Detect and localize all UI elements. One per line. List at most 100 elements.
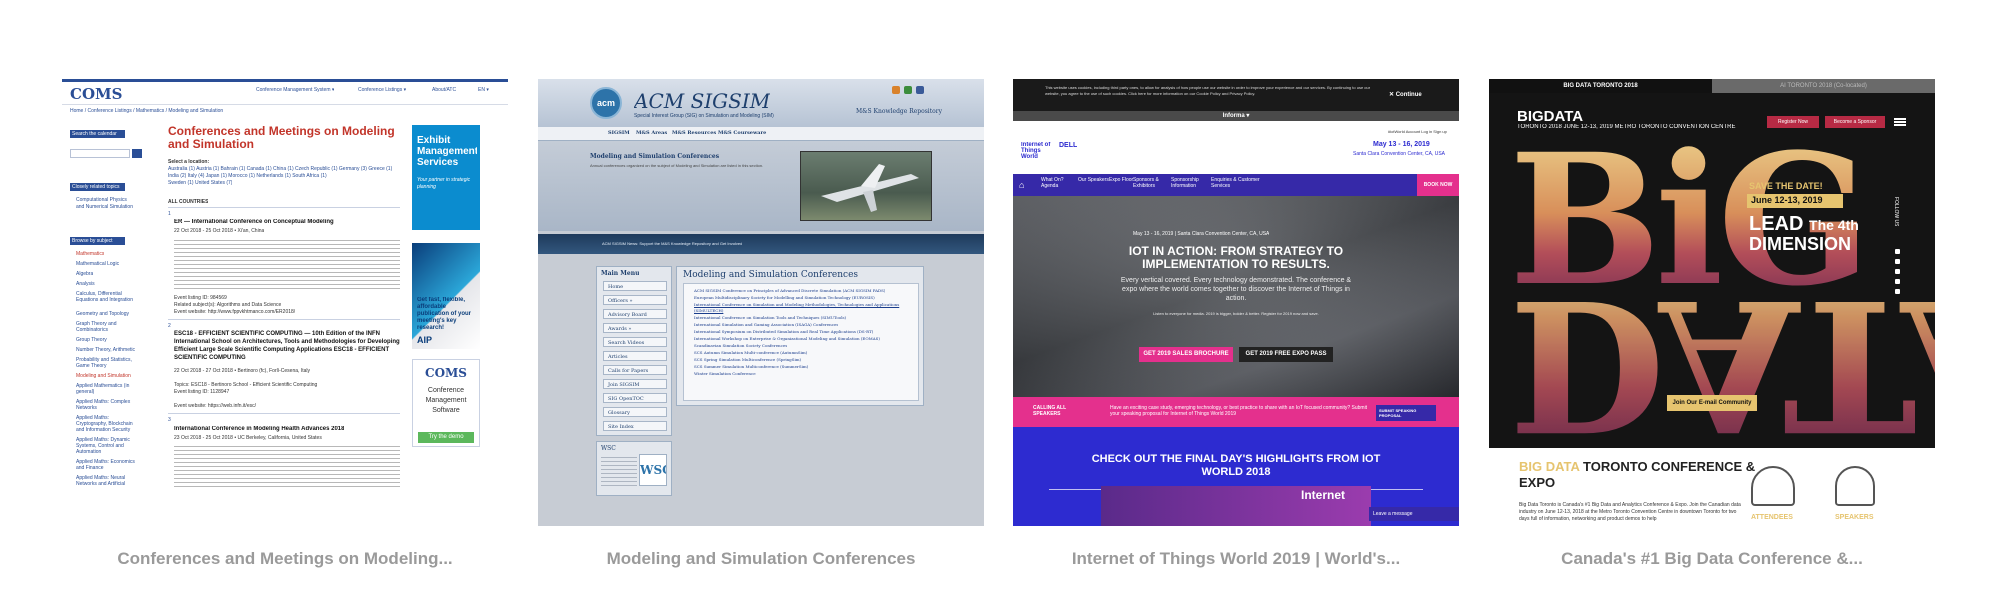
top-accent-line xyxy=(62,79,508,82)
nav-item: EN ▾ xyxy=(478,87,489,93)
subject-item: Geometry and Topology xyxy=(76,311,129,317)
list-item: Winter Simulation Conference xyxy=(694,371,756,376)
highlights-title: CHECK OUT THE FINAL DAY'S HIGHLIGHTS FRO… xyxy=(1091,453,1381,478)
site-name: ACM SIGSIM xyxy=(634,89,771,113)
headline-lead: LEAD The 4th xyxy=(1749,213,1859,236)
subject-item: Algebra xyxy=(76,271,94,277)
main-nav: ⌂ What On? Agenda Our Speakers Expo Floo… xyxy=(1013,174,1459,196)
cookie-text: This website uses cookies, including thi… xyxy=(1045,85,1371,96)
thumbnail-coms[interactable]: COMS Conference Management System ▾ Conf… xyxy=(62,79,508,526)
thumbnail-bigdata[interactable]: BIG DATA TORONTO 2018 AI TORONTO 2018 (C… xyxy=(1489,79,1935,526)
result-card-coms[interactable]: COMS Conference Management System ▾ Conf… xyxy=(62,79,508,568)
ad-aip: Get fast, flexible, affordable publicati… xyxy=(412,243,480,349)
subject-item: Graph Theory and Combinatorics xyxy=(76,321,117,333)
wsc-title: WSC xyxy=(601,445,616,452)
submit-proposal-button: SUBMIT SPEAKING PROPOSAL xyxy=(1376,405,1436,421)
ad-coms: COMS Conference Management Software Try … xyxy=(412,359,480,447)
result-caption[interactable]: Internet of Things World 2019 | World's.… xyxy=(1013,549,1459,569)
ad-exhibit: Exhibit Management Services Your partner… xyxy=(412,125,480,230)
list-item: SCS Autumn Simulation Multi-conference (… xyxy=(694,350,808,355)
entry-website: Event website: http://www.fppvkhtmanco.c… xyxy=(174,309,296,315)
entry-related: Related subject(s): Algorithms and Data … xyxy=(174,302,282,308)
conference-title-accent: BIG DATA xyxy=(1519,459,1580,474)
expo-pass-button: GET 2019 FREE EXPO PASS xyxy=(1239,347,1333,362)
ad-title: Exhibit Management Services xyxy=(417,135,477,168)
acm-logo: acm xyxy=(590,87,622,119)
headline-lead-word: LEAD xyxy=(1749,213,1804,235)
subject-item: Applied Maths: Economics and Finance xyxy=(76,459,135,471)
main-menu-item: Advisory Board xyxy=(603,309,667,319)
main-menu-item: Glossary xyxy=(603,407,667,417)
main-menu-item: Site Index xyxy=(603,421,667,431)
cookie-banner: This website uses cookies, including thi… xyxy=(1013,79,1459,111)
menu-item: M&S Courseware xyxy=(718,130,767,136)
location-links: Sweden (1) United States (7) xyxy=(168,180,233,186)
list-item: ACM SIGSIM Conference on Principles of A… xyxy=(694,288,886,293)
entry-listing: Event listing ID: 1128947 xyxy=(174,389,230,395)
site-logo: BIGDATA xyxy=(1517,108,1584,125)
facebook-icon xyxy=(916,86,924,94)
thumbnail-sigsim[interactable]: acm ACM SIGSIM Special Interest Group (S… xyxy=(538,79,984,526)
site-logo: Internet of Things World xyxy=(1021,142,1051,160)
entry-date: 23 Oct 2018 - 25 Oct 2018 • UC Berkeley,… xyxy=(174,435,322,441)
result-caption[interactable]: Conferences and Meetings on Modeling... xyxy=(62,549,508,569)
main-menu-item: Join SIGSIM xyxy=(603,379,667,389)
location-links: India (2) Italy (4) Japan (1) Morocco (1… xyxy=(168,173,327,179)
search-icon xyxy=(132,149,142,158)
divider xyxy=(168,413,400,414)
attendees-label: ATTENDEES xyxy=(1751,514,1793,521)
register-button: Register Now xyxy=(1767,116,1819,128)
entry-topics: Topics: ESC18 - Bertinoro School - Effic… xyxy=(174,382,318,388)
hero-note: Listen to everyone for media. 2019 is bi… xyxy=(1153,311,1319,316)
subject-item: Applied Maths: Neural Networks and Artif… xyxy=(76,475,126,487)
nav-item: Conference Listings ▾ xyxy=(358,87,407,93)
headline-the: The 4th xyxy=(1809,217,1859,233)
wsc-box: WSC WSC xyxy=(596,441,672,496)
nav-item: Sponsors & Exhibitors xyxy=(1133,177,1159,189)
search-input xyxy=(70,149,130,158)
entry-title: International Conference in Modeling Hea… xyxy=(174,426,345,432)
main-menu-item: SIG OpenTOC xyxy=(603,393,667,403)
result-caption[interactable]: Canada's #1 Big Data Conference &... xyxy=(1489,549,1935,569)
entry-abstract xyxy=(174,445,400,489)
tab-ai: AI TORONTO 2018 (Co-located) xyxy=(1712,79,1935,93)
email-icon xyxy=(1895,289,1900,294)
thumbnail-iot[interactable]: This website uses cookies, including thi… xyxy=(1013,79,1459,526)
main-menu: Main Menu Home Officers » Advisory Board… xyxy=(596,266,672,436)
hero-title: IOT IN ACTION: FROM STRATEGY TO IMPLEMEN… xyxy=(1128,245,1344,271)
nav-item: About/ATC xyxy=(432,87,457,93)
conference-list-box: Modeling and Simulation Conferences ACM … xyxy=(676,266,924,406)
list-item: International Conference on Simulation T… xyxy=(694,315,847,320)
linkedin-icon xyxy=(1895,269,1900,274)
location-links: Australia (1) Austria (1) Bahrain (1) Ca… xyxy=(168,166,393,172)
ad-subtitle: Your partner in strategic planning xyxy=(417,177,471,190)
result-card-bigdata[interactable]: BIG DATA TORONTO 2018 AI TORONTO 2018 (C… xyxy=(1489,79,1935,568)
result-card-iot[interactable]: This website uses cookies, including thi… xyxy=(1013,79,1459,568)
subject-item-active: Modeling and Simulation xyxy=(76,373,131,379)
wsc-logo: WSC xyxy=(639,454,667,486)
speakers-bar: CALLING ALL SPEAKERS Have an exciting ca… xyxy=(1013,397,1459,427)
subject-item: Mathematics xyxy=(76,251,105,257)
ad-title: COMS xyxy=(425,366,467,380)
divider xyxy=(168,207,400,208)
result-caption[interactable]: Modeling and Simulation Conferences xyxy=(538,549,984,569)
site-logo: COMS xyxy=(70,85,123,103)
cookie-continue: ✕ Continue xyxy=(1389,92,1422,98)
nav-item: Conference Management System ▾ xyxy=(256,87,335,93)
subject-item: Applied Maths: Dynamic Systems, Control … xyxy=(76,437,130,455)
uav-image xyxy=(800,151,932,221)
chat-widget: Leave a message xyxy=(1369,507,1459,521)
subject-item: Group Theory xyxy=(76,337,107,343)
conference-title: BIG DATA TORONTO CONFERENCE & EXPO xyxy=(1519,459,1759,491)
subject-item: Number Theory, Arithmetic xyxy=(76,347,136,353)
speakers-label: SPEAKERS xyxy=(1835,514,1874,521)
site-logo-sub: TORONTO 2018 JUNE 12-13, 2019 METRO TORO… xyxy=(1517,124,1736,130)
facebook-icon xyxy=(1895,249,1900,254)
result-card-sigsim[interactable]: acm ACM SIGSIM Special Interest Group (S… xyxy=(538,79,984,568)
ad-text: Conference Management Software xyxy=(425,387,467,414)
sponsor-logo: DELL xyxy=(1059,142,1078,149)
entry-number: 2 xyxy=(168,323,171,329)
banner-subtitle: Annual conferences organized on the subj… xyxy=(590,163,764,168)
speakers-text: Have an exciting case study, emerging te… xyxy=(1110,405,1368,417)
instagram-icon xyxy=(1895,279,1900,284)
